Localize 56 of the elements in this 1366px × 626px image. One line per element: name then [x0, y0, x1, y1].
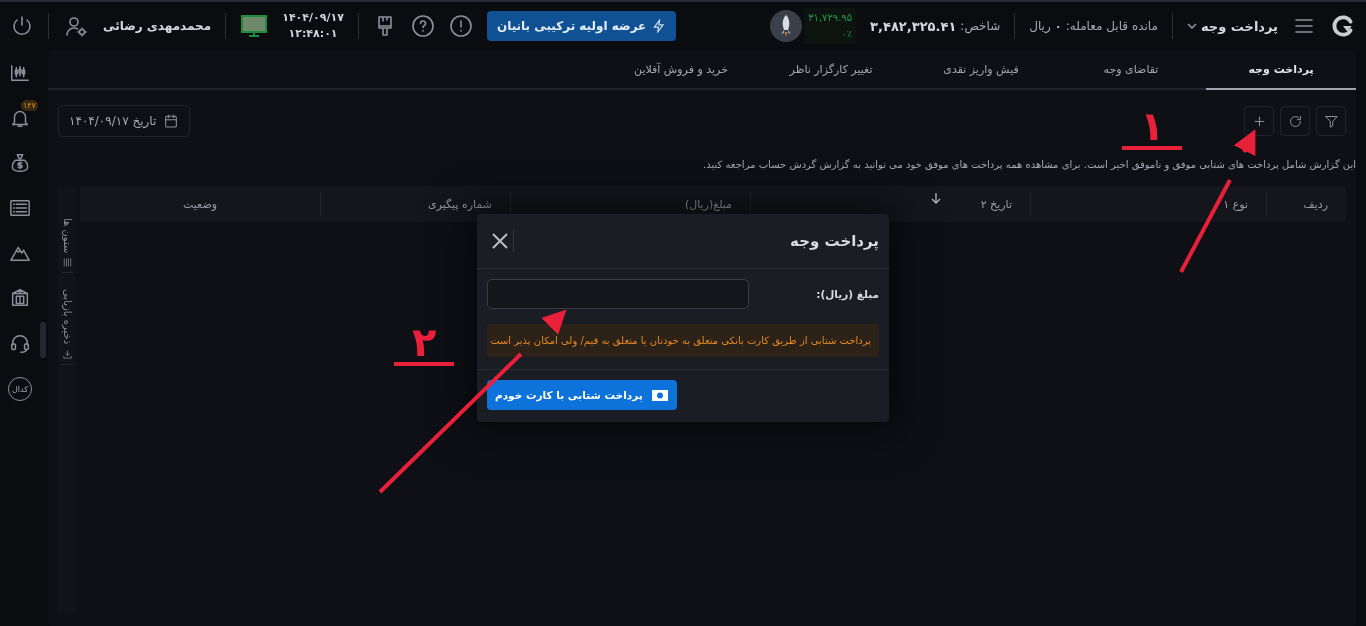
- download-icon[interactable]: [61, 348, 73, 360]
- info-text: این گزارش شامل پرداخت های شتابی موفق و ناموفق اخیر است. برای مشاهده همه پرداخت های موفق خود می توانید به گزارش گردش حساب مراجعه کنید.: [703, 159, 1356, 170]
- annotation-number: ۱: [1122, 106, 1183, 150]
- help-icon[interactable]: [410, 14, 435, 38]
- lightning-icon: [652, 19, 667, 33]
- warning-text: پرداخت شتابی از طریق کارت بانکی متعلق به خودتان یا متعلق به قیم/ ولی امکان پذیر است: [487, 324, 879, 357]
- filter-icon[interactable]: [1323, 113, 1339, 129]
- cash-icon: [650, 388, 669, 402]
- notification-badge: ۱۴۷: [21, 100, 38, 111]
- rocket-avatar-icon[interactable]: [770, 10, 803, 42]
- ipo-button[interactable]: عرضه اولیه ترکیبی بانیان: [486, 11, 677, 41]
- index-change-percent: ۰٪: [840, 27, 853, 41]
- tab[interactable]: فیش واریز نقدی: [906, 50, 1056, 88]
- money-bag-icon[interactable]: [9, 152, 31, 174]
- modal-title: پرداخت وجه: [789, 232, 879, 250]
- balance-text: مانده قابل معامله: ۰ ریال: [1029, 19, 1158, 33]
- time-text: ۱۲:۴۸:۰۱: [287, 26, 339, 42]
- user-settings-icon[interactable]: [63, 14, 89, 38]
- refresh-icon[interactable]: [1287, 113, 1303, 129]
- column-header[interactable]: نوع ۱: [1030, 192, 1266, 216]
- add-button[interactable]: [1244, 106, 1274, 136]
- close-icon[interactable]: [491, 232, 509, 250]
- calendar-icon[interactable]: [163, 113, 180, 129]
- save-restore-button[interactable]: ذخیره بازیابی: [61, 285, 73, 365]
- caret-icon: [1186, 21, 1197, 31]
- sidebar-toggle[interactable]: [40, 322, 46, 358]
- field-label: مبلغ (ریال):: [816, 288, 879, 300]
- date-filter[interactable]: تاریخ ۱۴۰۴/۰۹/۱۷: [58, 105, 191, 137]
- column-header[interactable]: وضعیت: [80, 192, 320, 216]
- columns-button[interactable]: ستون ها: [61, 214, 73, 274]
- page-title-dropdown[interactable]: پرداخت وجه: [1186, 18, 1278, 34]
- headset-icon[interactable]: [9, 332, 31, 354]
- tab[interactable]: پرداخت وجه: [1206, 50, 1356, 90]
- column-header[interactable]: ردیف: [1266, 192, 1346, 216]
- refresh-button[interactable]: [1280, 106, 1310, 136]
- annotation-number: ۲: [394, 322, 455, 366]
- submit-button[interactable]: پرداخت شتابی با کارت خودم: [487, 380, 677, 410]
- alert-icon[interactable]: [448, 14, 473, 38]
- user-name[interactable]: محمدمهدی رضائی: [103, 19, 212, 33]
- index-value: ۳,۴۸۲,۳۲۵.۴۱: [870, 18, 957, 34]
- filter-button[interactable]: [1316, 106, 1346, 136]
- tab[interactable]: خرید و فروش آفلاین: [606, 50, 756, 88]
- tab[interactable]: تغییر کارگزار ناظر: [756, 50, 906, 88]
- date-text: ۱۴۰۴/۰۹/۱۷: [282, 10, 344, 26]
- candlestick-chart-icon[interactable]: [9, 62, 31, 84]
- list-icon[interactable]: [9, 197, 31, 219]
- tab[interactable]: تقاضای وجه: [1056, 50, 1206, 88]
- plus-icon[interactable]: [1251, 113, 1267, 129]
- dollar-box-icon[interactable]: [9, 287, 31, 309]
- index-label: شاخص:: [960, 19, 1001, 33]
- amount-field[interactable]: [487, 279, 749, 309]
- power-icon[interactable]: [10, 14, 34, 38]
- monitor-icon[interactable]: [240, 14, 269, 38]
- index-change: ۳۱,۷۲۹.۹۵: [808, 11, 853, 25]
- sort-arrow-icon[interactable]: [930, 192, 941, 204]
- columns-icon[interactable]: [61, 257, 73, 269]
